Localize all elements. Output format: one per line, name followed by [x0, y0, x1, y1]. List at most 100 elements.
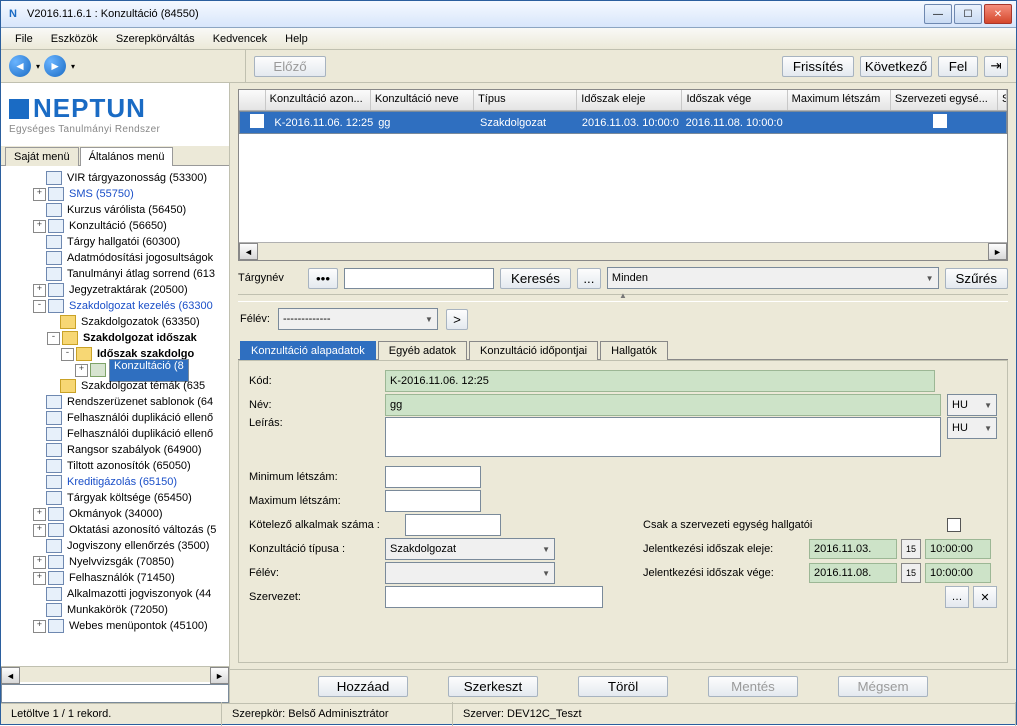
grid-col-checkbox[interactable]: [239, 90, 266, 110]
grid-col-neve[interactable]: Konzultáció neve: [371, 90, 474, 110]
filter-button[interactable]: Szűrés: [945, 268, 1008, 289]
tree-item[interactable]: Felhasználói duplikáció ellenő: [1, 426, 229, 442]
tree-item[interactable]: Adatmódosítási jogosultságok: [1, 250, 229, 266]
grid-col-azon[interactable]: Konzultáció azon...: [266, 90, 371, 110]
prev-button[interactable]: Előző: [254, 56, 326, 77]
menu-favorites[interactable]: Kedvencek: [205, 31, 275, 47]
cancel-button[interactable]: Mégsem: [838, 676, 928, 697]
tree-scroll-right[interactable]: ►: [210, 667, 229, 684]
search-input[interactable]: [344, 268, 494, 289]
tree-item[interactable]: -Szakdolgozat kezelés (63300: [1, 298, 229, 314]
nav-back-dd[interactable]: ▾: [36, 62, 40, 71]
grid-row[interactable]: K-2016.11.06. 12:25 gg Szakdolgozat 2016…: [239, 111, 1007, 134]
tree-item[interactable]: Jogviszony ellenőrzés (3500): [1, 538, 229, 554]
leiras-lang-select[interactable]: HU▼: [947, 417, 997, 439]
jel-eleje-time[interactable]: 10:00:00: [925, 539, 991, 559]
tree-item[interactable]: +Oktatási azonosító változás (5: [1, 522, 229, 538]
tree-scroll-left[interactable]: ◄: [1, 667, 20, 684]
save-button[interactable]: Mentés: [708, 676, 798, 697]
close-button[interactable]: ✕: [984, 4, 1012, 24]
tree-item[interactable]: +Felhasználók (71450): [1, 570, 229, 586]
tab-other-data[interactable]: Egyéb adatok: [378, 341, 467, 360]
filter-select[interactable]: Minden▼: [607, 267, 939, 289]
semester-select[interactable]: -------------▼: [278, 308, 438, 330]
nav-fwd-dd[interactable]: ▾: [71, 62, 75, 71]
pin-button[interactable]: ⇥: [984, 56, 1008, 77]
tree-item[interactable]: +Konzultáció (8: [1, 362, 229, 378]
menu-tools[interactable]: Eszközök: [43, 31, 106, 47]
up-button[interactable]: Fel: [938, 56, 978, 77]
menu-roleswitch[interactable]: Szerepkörváltás: [108, 31, 203, 47]
calendar-icon[interactable]: 15: [901, 539, 921, 559]
szerv-browse-button[interactable]: …: [945, 586, 969, 608]
csak-checkbox[interactable]: [947, 518, 961, 532]
tree-item[interactable]: Rendszerüzenet sablonok (64: [1, 394, 229, 410]
tree-item[interactable]: Felhasználói duplikáció ellenő: [1, 410, 229, 426]
nav-tree[interactable]: VIR tárgyazonosság (53300)+SMS (55750)Ku…: [1, 166, 229, 666]
nav-forward-button[interactable]: ►: [44, 55, 66, 77]
tab-times[interactable]: Konzultáció időpontjai: [469, 341, 598, 360]
jel-eleje-date[interactable]: 2016.11.03.: [809, 539, 897, 559]
tree-item[interactable]: Munkakörök (72050): [1, 602, 229, 618]
delete-button[interactable]: Töröl: [578, 676, 668, 697]
tab-general-menu[interactable]: Általános menü: [80, 147, 174, 166]
grid-col-eleje[interactable]: Időszak eleje: [577, 90, 682, 110]
search-ellipsis-button[interactable]: ...: [577, 268, 601, 289]
grid-col-max[interactable]: Maximum létszám: [788, 90, 891, 110]
tab-own-menu[interactable]: Saját menü: [5, 147, 79, 166]
tree-item[interactable]: Tanulmányi átlag sorrend (613: [1, 266, 229, 282]
edit-button[interactable]: Szerkeszt: [448, 676, 538, 697]
tree-item[interactable]: +Jegyzetraktárak (20500): [1, 282, 229, 298]
grid-col-sz[interactable]: Sz: [998, 90, 1007, 110]
felev-select[interactable]: ▼: [385, 562, 555, 584]
grid-scroll-right[interactable]: ►: [988, 243, 1007, 260]
tree-scroll-track[interactable]: [20, 667, 210, 682]
search-button[interactable]: Keresés: [500, 268, 571, 289]
tree-item[interactable]: Tárgy hallgatói (60300): [1, 234, 229, 250]
min-input[interactable]: [385, 466, 481, 488]
minimize-button[interactable]: —: [924, 4, 952, 24]
tree-item[interactable]: Tárgyak költsége (65450): [1, 490, 229, 506]
tree-item[interactable]: Szakdolgozat témák (635: [1, 378, 229, 394]
szerv-clear-button[interactable]: ✕: [973, 586, 997, 608]
szerv-input[interactable]: [385, 586, 603, 608]
pane-splitter[interactable]: [238, 294, 1008, 302]
tree-item[interactable]: Rangsor szabályok (64900): [1, 442, 229, 458]
maximize-button[interactable]: ☐: [954, 4, 982, 24]
tree-search-input[interactable]: [1, 684, 229, 703]
tree-item[interactable]: +SMS (55750): [1, 186, 229, 202]
nav-back-button[interactable]: ◄: [9, 55, 31, 77]
kot-input[interactable]: [405, 514, 501, 536]
leiras-textarea[interactable]: [385, 417, 941, 457]
tree-item[interactable]: -Szakdolgozat időszak: [1, 330, 229, 346]
tree-item[interactable]: +Konzultáció (56650): [1, 218, 229, 234]
tree-item[interactable]: +Nyelvvizsgák (70850): [1, 554, 229, 570]
tree-item[interactable]: Kurzus várólista (56450): [1, 202, 229, 218]
grid-col-vege[interactable]: Időszak vége: [682, 90, 787, 110]
refresh-button[interactable]: Frissítés: [782, 56, 854, 77]
grid-col-tipus[interactable]: Típus: [474, 90, 577, 110]
next-button[interactable]: Következő: [860, 56, 932, 77]
calendar-icon[interactable]: 15: [901, 563, 921, 583]
tree-item[interactable]: Kreditigázolás (65150): [1, 474, 229, 490]
grid-col-szerv[interactable]: Szervezeti egysé...: [891, 90, 998, 110]
tab-basic-data[interactable]: Konzultáció alapadatok: [240, 341, 376, 360]
semester-go-button[interactable]: >: [446, 309, 468, 330]
jel-vege-date[interactable]: 2016.11.08.: [809, 563, 897, 583]
search-field-picker[interactable]: •••: [308, 268, 338, 289]
grid-hscroll[interactable]: ◄ ►: [239, 242, 1007, 260]
tree-item[interactable]: Szakdolgozatok (63350): [1, 314, 229, 330]
tipus-select[interactable]: Szakdolgozat▼: [385, 538, 555, 560]
tree-item[interactable]: +Webes menüpontok (45100): [1, 618, 229, 634]
nev-lang-select[interactable]: HU▼: [947, 394, 997, 416]
row-checkbox[interactable]: [250, 114, 264, 128]
nev-field[interactable]: gg: [385, 394, 941, 416]
grid-scroll-left[interactable]: ◄: [239, 243, 258, 260]
add-button[interactable]: Hozzáad: [318, 676, 408, 697]
menu-help[interactable]: Help: [277, 31, 316, 47]
menu-file[interactable]: File: [7, 31, 41, 47]
tab-students[interactable]: Hallgatók: [600, 341, 668, 360]
tree-item[interactable]: Alkalmazotti jogviszonyok (44: [1, 586, 229, 602]
max-input[interactable]: [385, 490, 481, 512]
tree-item[interactable]: +Okmányok (34000): [1, 506, 229, 522]
